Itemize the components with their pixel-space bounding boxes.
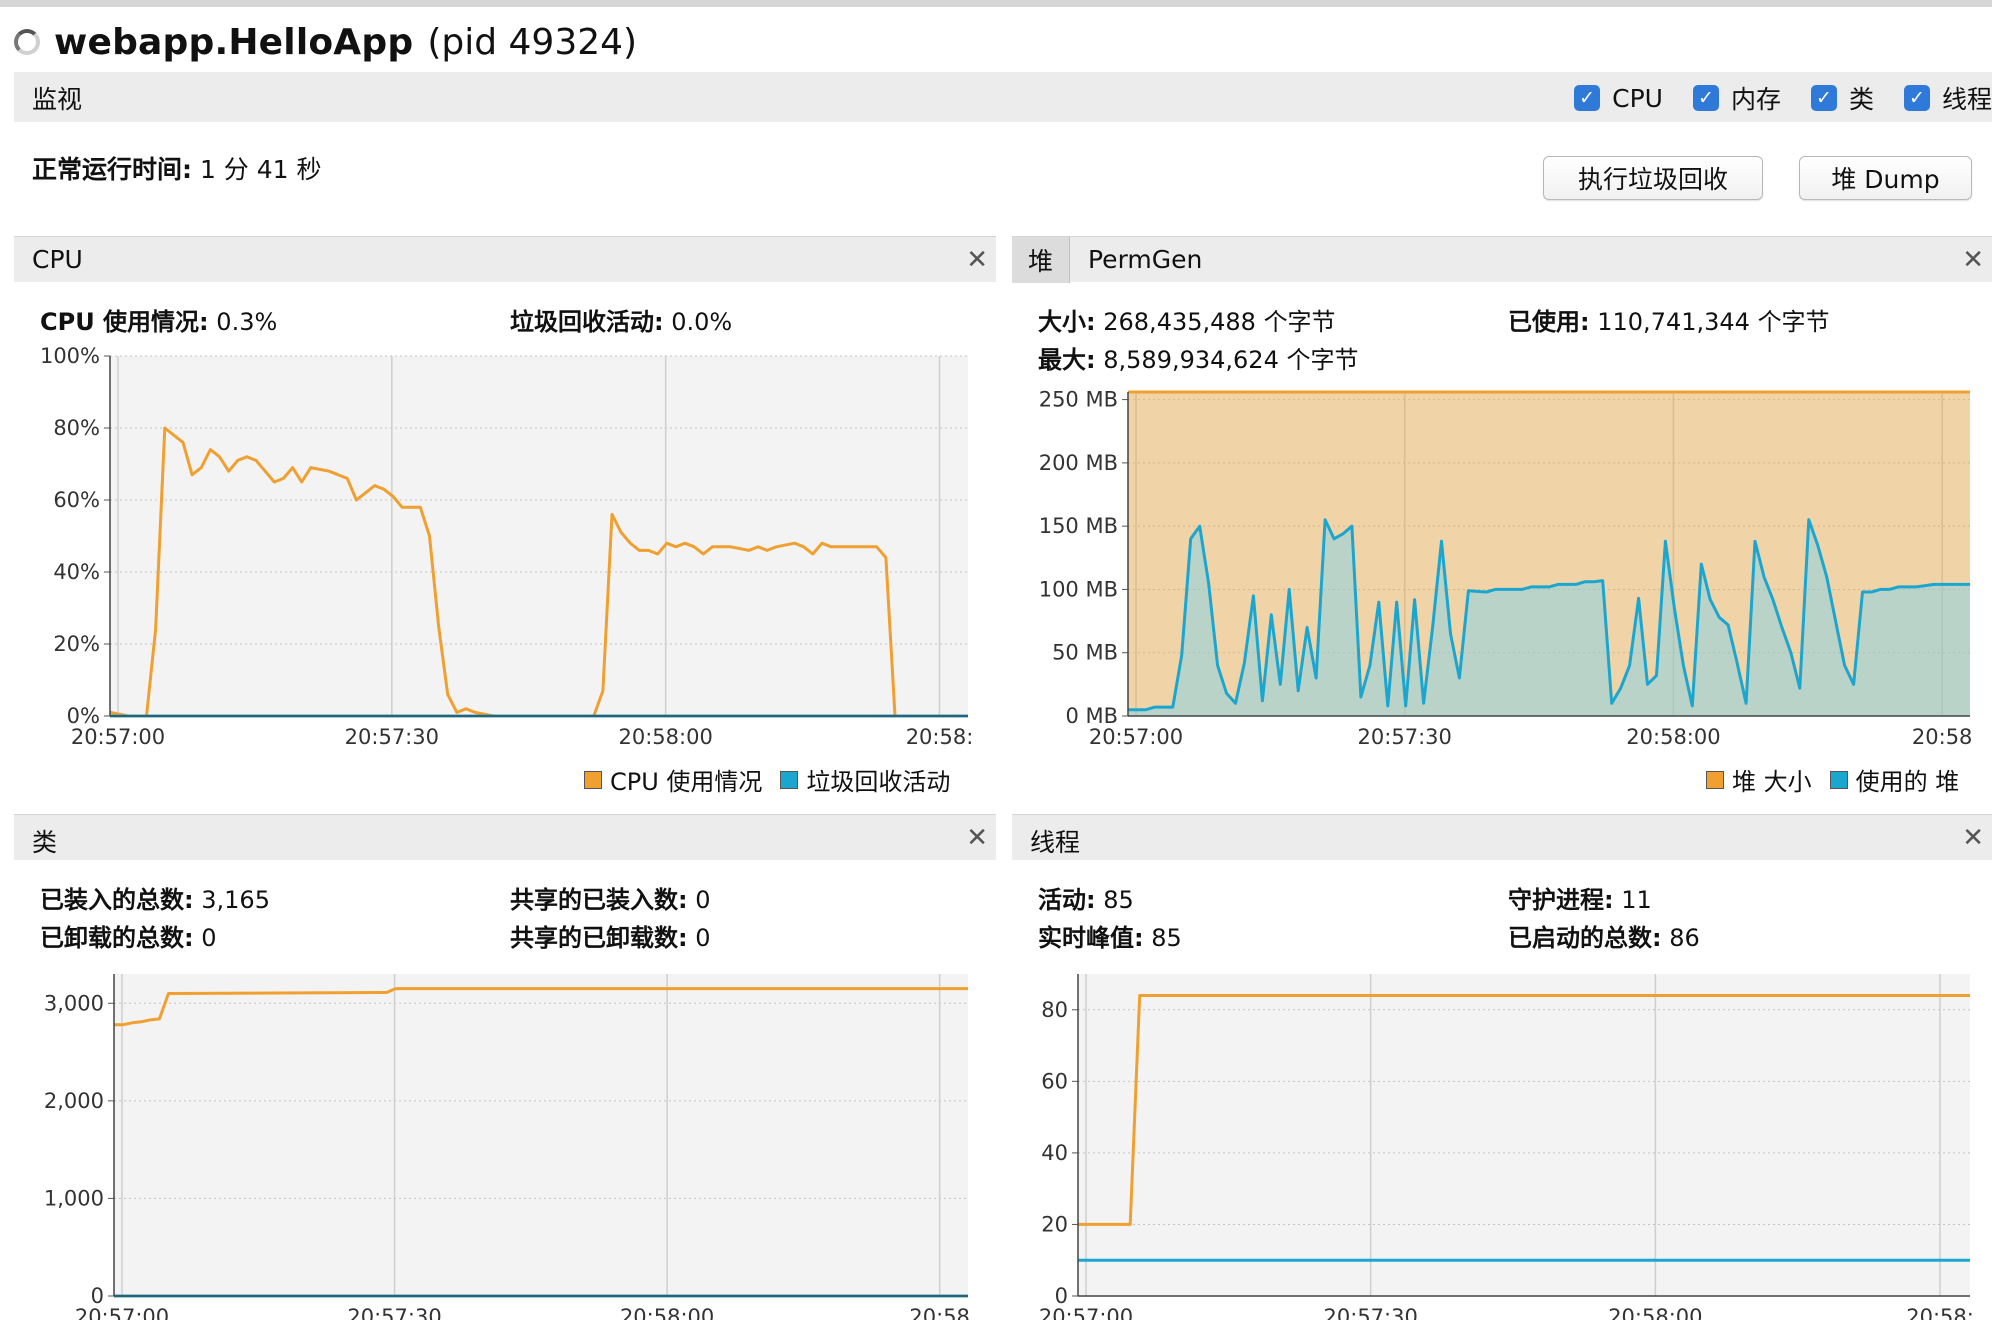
y-tick-label: 60 [1041,1069,1068,1093]
x-tick-label: 20:57:00 [1039,1305,1133,1320]
x-tick-label: 20:58:00 [1608,1305,1702,1320]
threads-chart: 20:57:00 20:57:30 20:58:00 20:58: 80 60 40 20 0 [1039,974,1974,1320]
x-tick-label: 20:57:30 [1324,1305,1418,1320]
y-tick-label: 20 [1041,1212,1068,1236]
y-tick-label: 0 [1055,1284,1068,1308]
y-tick-label: 80 [1041,998,1068,1022]
plot-area [1078,974,1970,1296]
x-tick-label: 20:58: [1906,1305,1974,1320]
y-tick-label: 40 [1041,1141,1068,1165]
